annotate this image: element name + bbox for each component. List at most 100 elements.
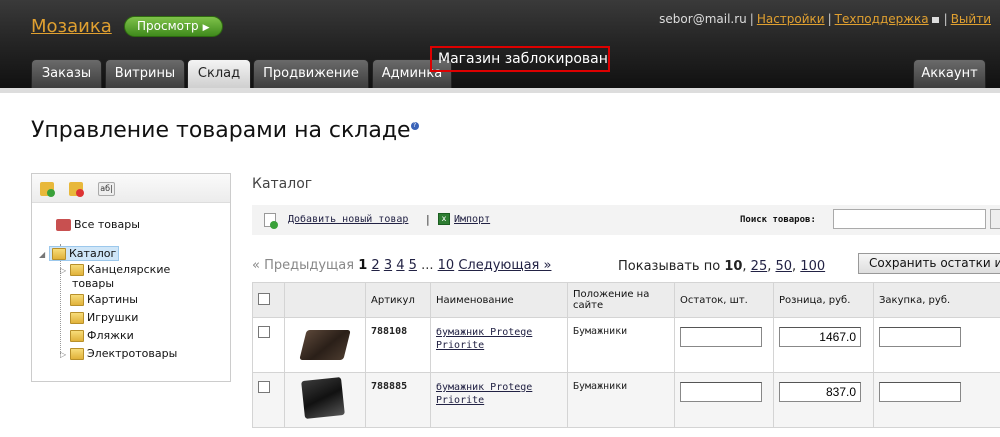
product-image-cell bbox=[284, 317, 366, 373]
tree-item-toys[interactable]: Игрушки bbox=[70, 311, 138, 325]
page-size-current: 10 bbox=[724, 259, 743, 274]
position-column-header[interactable]: Положение на сайте bbox=[567, 282, 675, 318]
tree-item-label: Фляжки bbox=[87, 329, 134, 342]
folder-icon bbox=[70, 348, 84, 360]
position-value: Бумажники bbox=[573, 381, 628, 392]
tree-item-label: Каталог bbox=[69, 247, 117, 260]
name-column-header[interactable]: Наименование bbox=[430, 282, 568, 318]
delete-folder-icon[interactable] bbox=[69, 182, 84, 197]
folder-icon bbox=[70, 264, 84, 276]
pagination: « Предыдущая 1 2 3 4 5 ... 10 Следующая … bbox=[252, 258, 551, 273]
preview-button[interactable]: Просмотр ▶ bbox=[124, 16, 223, 37]
excel-icon[interactable]: x bbox=[438, 213, 450, 225]
pager-page-2[interactable]: 2 bbox=[371, 258, 379, 273]
page-size-selector: Показывать по 10, 25, 50, 100 bbox=[618, 259, 826, 274]
tree-item-all-goods[interactable]: Все товары bbox=[56, 218, 140, 232]
mail-icon bbox=[931, 16, 939, 23]
position-value: Бумажники bbox=[573, 326, 628, 337]
tab-orders[interactable]: Заказы bbox=[31, 59, 102, 88]
support-link[interactable]: Техподдержка bbox=[835, 12, 929, 26]
pager-prev: « Предыдущая bbox=[252, 258, 355, 273]
tree-item-label: Все товары bbox=[74, 218, 140, 231]
pager-page-5[interactable]: 5 bbox=[409, 258, 417, 273]
product-name-link[interactable]: бумажник Protege Priorite bbox=[436, 327, 532, 351]
tree-item-stationery-line2: товары bbox=[72, 277, 115, 290]
category-tree-panel: аб| Все товары ◢ Каталог ▷ Канцелярские то… bbox=[31, 173, 231, 382]
row-checkbox[interactable] bbox=[258, 381, 270, 393]
page-size-25[interactable]: 25 bbox=[751, 259, 768, 274]
add-item-icon[interactable] bbox=[264, 213, 278, 229]
retail-price-input[interactable] bbox=[779, 382, 861, 402]
search-input[interactable] bbox=[833, 209, 986, 229]
logo-link[interactable]: Мозаика bbox=[31, 16, 112, 37]
import-link[interactable]: Импорт bbox=[454, 214, 490, 225]
stock-input[interactable] bbox=[680, 327, 762, 347]
header-divider bbox=[0, 88, 1000, 93]
help-icon[interactable]: ? bbox=[410, 122, 419, 130]
stock-column-header[interactable]: Остаток, шт. bbox=[674, 282, 774, 318]
pager-page-last[interactable]: 10 bbox=[438, 258, 455, 273]
table-row: 788108 бумажник Protege Priorite Бумажни… bbox=[252, 317, 1000, 373]
pager-page-4[interactable]: 4 bbox=[396, 258, 404, 273]
tree-item-label: Канцелярские bbox=[87, 263, 171, 276]
tree-item-catalog[interactable]: ◢ Каталог bbox=[39, 246, 120, 262]
product-thumbnail[interactable] bbox=[301, 377, 345, 419]
pager-page-3[interactable]: 3 bbox=[384, 258, 392, 273]
tab-warehouse[interactable]: Склад bbox=[187, 59, 251, 88]
purchase-price-input[interactable] bbox=[879, 327, 961, 347]
tab-promotion[interactable]: Продвижение bbox=[253, 59, 369, 88]
user-email: sebor@mail.ru bbox=[659, 12, 747, 26]
product-name-link[interactable]: бумажник Protege Priorite bbox=[436, 382, 532, 406]
search-button[interactable] bbox=[990, 209, 1000, 229]
select-all-checkbox[interactable] bbox=[258, 292, 270, 305]
collapse-icon[interactable]: ◢ bbox=[39, 248, 49, 262]
expand-icon[interactable]: ▷ bbox=[60, 264, 70, 278]
page-size-50[interactable]: 50 bbox=[775, 259, 792, 274]
position-cell: Бумажники bbox=[567, 372, 675, 428]
position-cell: Бумажники bbox=[567, 317, 675, 373]
tree-item-electronics[interactable]: ▷ Электротовары bbox=[60, 347, 177, 362]
image-column-header bbox=[284, 282, 366, 318]
article-column-header[interactable]: Артикул bbox=[365, 282, 431, 318]
table-header-row: Артикул Наименование Положение на сайте … bbox=[252, 282, 1000, 318]
rename-icon[interactable]: аб| bbox=[98, 182, 115, 196]
tab-account[interactable]: Аккаунт bbox=[913, 59, 986, 88]
purchase-cell bbox=[873, 317, 1000, 373]
preview-button-label: Просмотр bbox=[137, 19, 199, 33]
pager-next[interactable]: Следующая » bbox=[458, 258, 551, 273]
tree-item-paintings[interactable]: Картины bbox=[70, 293, 138, 307]
tree-item-label: Игрушки bbox=[87, 311, 139, 324]
page-size-100[interactable]: 100 bbox=[800, 259, 825, 274]
retail-column-header[interactable]: Розница, руб. bbox=[773, 282, 874, 318]
expand-icon[interactable]: ▷ bbox=[60, 348, 70, 362]
row-checkbox[interactable] bbox=[258, 326, 270, 338]
folder-icon bbox=[70, 312, 84, 324]
retail-cell bbox=[773, 317, 874, 373]
stock-input[interactable] bbox=[680, 382, 762, 402]
logout-link[interactable]: Выйти bbox=[951, 12, 991, 26]
table-row: 788885 бумажник Protege Priorite Бумажни… bbox=[252, 372, 1000, 428]
stock-cell bbox=[674, 317, 774, 373]
add-item-link[interactable]: Добавить новый товар bbox=[288, 214, 408, 225]
purchase-column-header[interactable]: Закупка, руб. bbox=[873, 282, 1000, 318]
tree-item-flasks[interactable]: Фляжки bbox=[70, 329, 134, 343]
tree-item-label: Электротовары bbox=[87, 347, 178, 360]
stock-cell bbox=[674, 372, 774, 428]
settings-link[interactable]: Настройки bbox=[757, 12, 825, 26]
product-thumbnail[interactable] bbox=[299, 330, 351, 360]
add-folder-icon[interactable] bbox=[40, 182, 55, 197]
user-links: sebor@mail.ru | Настройки | Техподдержка | Вый… bbox=[659, 12, 991, 26]
retail-price-input[interactable] bbox=[779, 327, 861, 347]
save-stock-button[interactable]: Сохранить остатки и bbox=[858, 253, 1000, 274]
play-icon: ▶ bbox=[202, 23, 210, 33]
page-title: Управление товарами на складе? bbox=[31, 118, 419, 143]
tree-item-stationery[interactable]: ▷ Канцелярские bbox=[60, 263, 170, 278]
pager-current: 1 bbox=[358, 258, 368, 273]
tab-showcases[interactable]: Витрины bbox=[105, 59, 185, 88]
all-goods-icon bbox=[56, 219, 71, 231]
action-separator: | bbox=[426, 213, 430, 226]
catalog-action-bar: Добавить новый товар | x Импорт Поиск то… bbox=[252, 205, 1000, 235]
article-value: 788108 bbox=[371, 326, 408, 337]
purchase-price-input[interactable] bbox=[879, 382, 961, 402]
product-image-cell bbox=[284, 372, 366, 428]
